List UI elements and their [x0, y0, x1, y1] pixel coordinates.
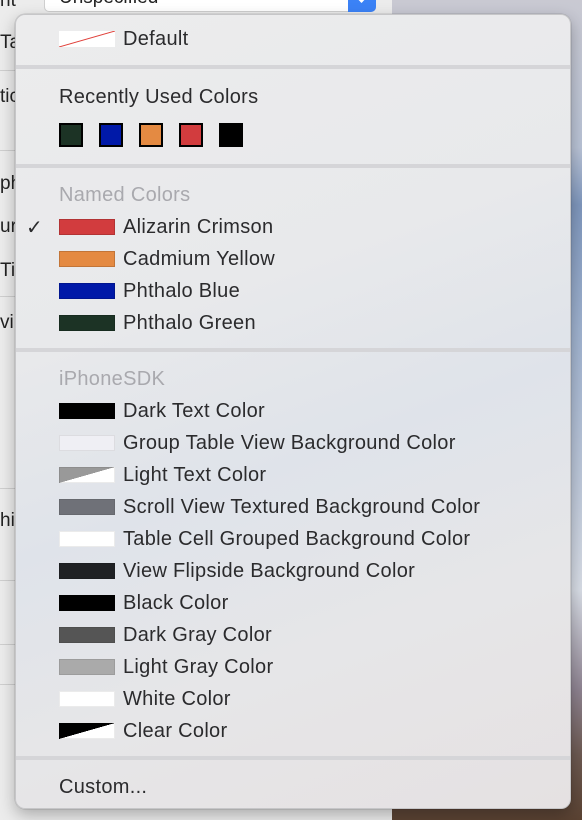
recent-color-swatch[interactable]: [59, 123, 83, 147]
color-swatch-icon: [59, 595, 115, 611]
menu-item-sdk-color[interactable]: Scroll View Textured Background Color: [16, 491, 570, 523]
inspector-label: ur: [0, 216, 16, 237]
menu-item-named-color[interactable]: ✓ Alizarin Crimson: [16, 211, 570, 243]
menu-item-default[interactable]: Default: [16, 23, 570, 55]
recent-color-swatch[interactable]: [179, 123, 203, 147]
color-swatch-icon: [59, 315, 115, 331]
menu-item-sdk-color[interactable]: Dark Text Color: [16, 395, 570, 427]
menu-item-label: Custom...: [59, 775, 148, 798]
color-popup-button[interactable]: Unspecified: [44, 0, 376, 12]
menu-item-label: Light Text Color: [123, 463, 267, 486]
inspector-label: ph: [0, 173, 16, 194]
section-header: Recently Used Colors: [59, 85, 259, 108]
menu-item-label: Alizarin Crimson: [123, 215, 274, 238]
menu-item-label: Group Table View Background Color: [123, 431, 456, 454]
named-colors-header: Named Colors: [16, 179, 570, 211]
separator: [16, 756, 570, 760]
menu-item-label: Cadmium Yellow: [123, 247, 276, 270]
menu-item-sdk-color[interactable]: Table Cell Grouped Background Color: [16, 523, 570, 555]
menu-item-sdk-color[interactable]: View Flipside Background Color: [16, 555, 570, 587]
color-swatch-icon: [59, 403, 115, 419]
menu-item-sdk-color[interactable]: Light Text Color: [16, 459, 570, 491]
chevron-down-icon[interactable]: [348, 0, 376, 12]
menu-item-label: View Flipside Background Color: [123, 559, 416, 582]
menu-item-label: Default: [123, 27, 189, 50]
recent-color-swatch[interactable]: [219, 123, 243, 147]
menu-item-custom[interactable]: Custom...: [16, 771, 570, 803]
menu-item-label: White Color: [123, 687, 231, 710]
separator: [16, 164, 570, 168]
menu-item-sdk-color[interactable]: Dark Gray Color: [16, 619, 570, 651]
separator: [16, 65, 570, 69]
menu-item-label: Phthalo Green: [123, 311, 256, 334]
menu-item-label: Phthalo Blue: [123, 279, 241, 302]
checkmark-icon: ✓: [26, 216, 44, 239]
default-swatch-icon: [59, 31, 115, 47]
sdk-colors-header: iPhoneSDK: [16, 363, 570, 395]
menu-item-sdk-color[interactable]: White Color: [16, 683, 570, 715]
color-swatch-icon: [59, 219, 115, 235]
menu-item-label: Black Color: [123, 591, 229, 614]
color-swatch-icon: [59, 251, 115, 267]
menu-item-sdk-color[interactable]: Light Gray Color: [16, 651, 570, 683]
color-swatch-icon: [59, 499, 115, 515]
menu-item-named-color[interactable]: Cadmium Yellow: [16, 243, 570, 275]
recent-color-swatch[interactable]: [99, 123, 123, 147]
menu-item-label: Clear Color: [123, 719, 228, 742]
popup-value: Unspecified: [59, 0, 158, 8]
recent-colors-row: [59, 123, 243, 147]
color-swatch-icon: [59, 435, 115, 451]
section-header: iPhoneSDK: [59, 367, 166, 390]
color-swatch-icon: [59, 659, 115, 675]
color-menu: Default Recently Used Colors Named Color…: [15, 14, 571, 809]
color-swatch-icon: [59, 467, 115, 483]
inspector-label: Ta: [0, 32, 16, 53]
menu-item-label: Light Gray Color: [123, 655, 274, 678]
color-swatch-icon: [59, 531, 115, 547]
menu-item-label: Dark Gray Color: [123, 623, 272, 646]
inspector-label: ntic: [0, 0, 16, 11]
menu-item-label: Dark Text Color: [123, 399, 265, 422]
menu-item-label: Table Cell Grouped Background Color: [123, 527, 471, 550]
inspector-label: vir: [0, 312, 16, 333]
color-swatch-icon: [59, 563, 115, 579]
recent-colors-header: Recently Used Colors: [16, 81, 570, 113]
menu-item-label: Scroll View Textured Background Color: [123, 495, 481, 518]
menu-item-sdk-color[interactable]: Black Color: [16, 587, 570, 619]
inspector-label: Ti: [0, 260, 16, 281]
color-swatch-icon: [59, 691, 115, 707]
recent-color-swatch[interactable]: [139, 123, 163, 147]
color-swatch-icon: [59, 723, 115, 739]
menu-item-named-color[interactable]: Phthalo Blue: [16, 275, 570, 307]
inspector-label: tic: [0, 86, 16, 107]
inspector-label: hir: [0, 510, 16, 531]
menu-item-sdk-color[interactable]: Group Table View Background Color: [16, 427, 570, 459]
menu-item-sdk-color[interactable]: Clear Color: [16, 715, 570, 747]
section-header: Named Colors: [59, 183, 191, 206]
separator: [16, 348, 570, 352]
menu-item-named-color[interactable]: Phthalo Green: [16, 307, 570, 339]
color-swatch-icon: [59, 283, 115, 299]
color-swatch-icon: [59, 627, 115, 643]
